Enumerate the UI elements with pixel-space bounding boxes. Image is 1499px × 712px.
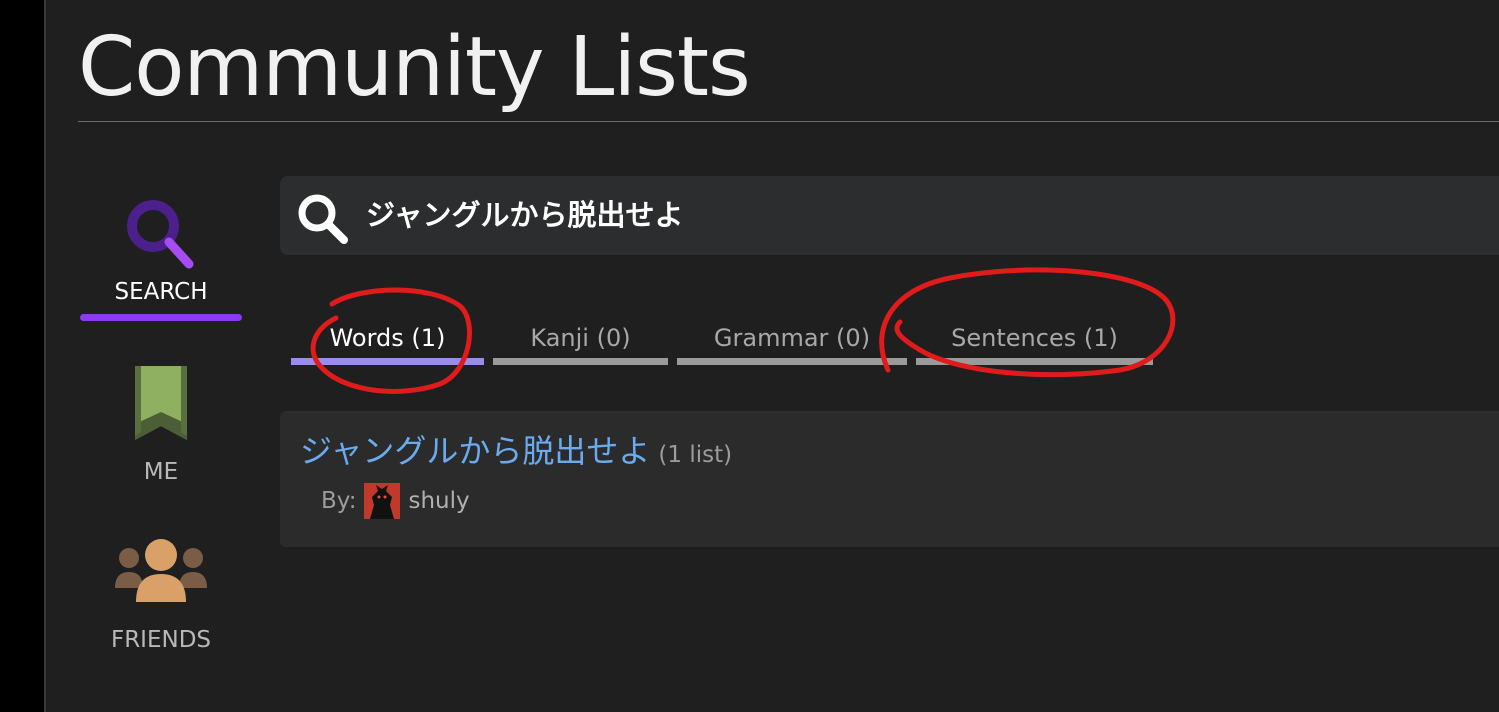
avatar[interactable] [364,483,401,519]
left-edge-strip [0,0,46,712]
tab-kanji[interactable]: Kanji (0) [493,320,668,365]
tab-words-indicator [291,358,484,365]
nav-friends[interactable]: FRIENDS [80,538,242,654]
title-divider [78,121,1499,122]
tab-kanji-label: Kanji (0) [530,324,631,352]
nav-friends-label: FRIENDS [110,627,212,653]
list-item: ジャングルから脱出せよ (1 list) By: shuly [280,411,1499,547]
tab-sentences-label: Sentences (1) [951,324,1118,352]
friends-icon [115,539,207,602]
result-title-row: ジャングルから脱出せよ (1 list) [300,429,732,477]
result-by-label: By: [321,488,357,514]
tab-grammar-label: Grammar (0) [713,324,871,352]
result-count: (1 list) [658,442,733,468]
page-title: Community Lists [78,20,751,115]
tab-words-label: Words (1) [329,324,446,352]
result-author-link[interactable]: shuly [408,484,469,518]
nav-search-underline [80,314,242,321]
result-title-link[interactable]: ジャングルから脱出せよ [300,432,650,470]
tab-grammar[interactable]: Grammar (0) [677,320,907,365]
tab-words[interactable]: Words (1) [291,320,484,365]
search-bar-icon [298,194,348,244]
nav-me-label: ME [143,459,179,485]
search-input[interactable]: ジャングルから脱出せよ [366,194,684,236]
result-author-row: By: shuly [321,483,470,519]
nav-search[interactable]: SEARCH [80,196,242,321]
tab-grammar-indicator [677,358,907,365]
tab-kanji-indicator [493,358,668,365]
nav-me[interactable]: ME [80,366,242,486]
tab-sentences-indicator [916,358,1153,365]
search-bar[interactable]: ジャングルから脱出せよ [280,176,1499,255]
bookmark-icon [135,366,187,440]
search-icon [127,200,194,269]
nav-search-label: SEARCH [114,279,208,305]
tab-sentences[interactable]: Sentences (1) [916,320,1153,365]
